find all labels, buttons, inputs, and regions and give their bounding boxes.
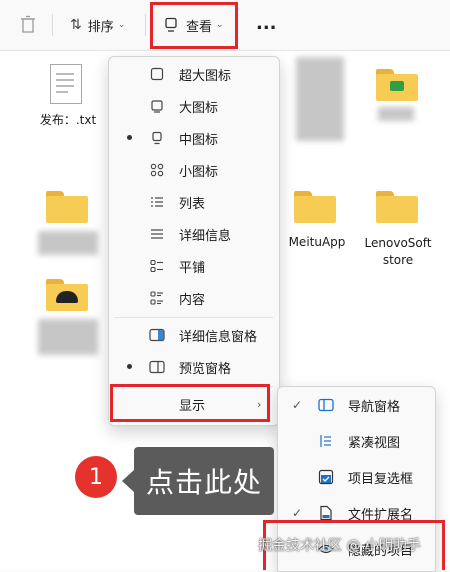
submenu-item-navigation-pane[interactable]: ✓ 导航窗格	[278, 389, 435, 421]
navigation-pane-icon	[318, 397, 334, 413]
file-name-meituapp[interactable]: MeituApp	[282, 235, 352, 249]
blurred-file-name	[38, 319, 98, 355]
delete-button[interactable]	[20, 14, 38, 34]
callout-pointer	[122, 470, 134, 492]
menu-item-list[interactable]: 列表	[109, 187, 279, 217]
list-icon	[149, 195, 165, 209]
menu-item-label: 小图标	[179, 164, 219, 180]
sort-icon: ⇅	[70, 17, 82, 33]
tiles-icon	[149, 259, 165, 273]
submenu-item-label: 导航窗格	[348, 399, 401, 415]
checkmark-icon: ✓	[292, 398, 303, 412]
sort-label: 排序	[87, 19, 114, 35]
view-dropdown-menu: 超大图标 大图标 中图标 小图标 列表 详细信息 平铺 内容 详细信息窗格 预览…	[108, 56, 280, 426]
details-icon	[149, 227, 165, 241]
submenu-item-label: 项目复选框	[348, 471, 414, 487]
chevron-down-icon: ⌄	[117, 20, 126, 30]
menu-item-label: 预览窗格	[179, 361, 232, 377]
selected-bullet-icon	[127, 364, 132, 369]
submenu-item-item-checkboxes[interactable]: 项目复选框	[278, 461, 435, 493]
menu-item-medium-icons[interactable]: 中图标	[109, 123, 279, 153]
toolbar-divider	[52, 14, 53, 36]
folder-icon[interactable]	[376, 69, 418, 101]
preview-pane-icon	[149, 360, 165, 374]
menu-item-label: 内容	[179, 292, 206, 308]
show-menu-item-highlight	[110, 384, 270, 422]
view-button-highlight	[150, 2, 238, 49]
checkbox-icon	[318, 469, 334, 485]
menu-item-label: 大图标	[179, 100, 219, 116]
menu-item-content[interactable]: 内容	[109, 283, 279, 313]
menu-item-details-pane[interactable]: 详细信息窗格	[109, 320, 279, 350]
menu-item-label: 超大图标	[179, 68, 232, 84]
text-file-icon	[50, 64, 82, 104]
details-pane-icon	[149, 328, 165, 342]
selected-bullet-icon	[127, 135, 132, 140]
folder-icon[interactable]	[46, 279, 88, 311]
menu-item-tiles[interactable]: 平铺	[109, 251, 279, 281]
more-icon: ...	[256, 12, 277, 34]
menu-item-extra-large-icons[interactable]: 超大图标	[109, 59, 279, 89]
menu-item-details[interactable]: 详细信息	[109, 219, 279, 249]
step-number-badge: 1	[75, 456, 117, 498]
submenu-item-compact-view[interactable]: 紧凑视图	[278, 425, 435, 457]
monitor-icon	[149, 99, 165, 113]
folder-icon[interactable]	[376, 191, 418, 223]
file-name-lenovosoftstore[interactable]: LenovoSoftstore	[362, 235, 434, 269]
more-options-button[interactable]: ...	[256, 12, 277, 34]
menu-item-label: 平铺	[179, 260, 206, 276]
menu-separator	[115, 317, 273, 318]
menu-item-label: 详细信息	[179, 228, 232, 244]
folder-icon[interactable]	[46, 191, 88, 223]
blurred-thumbnail	[296, 57, 344, 141]
menu-item-label: 中图标	[179, 132, 219, 148]
trash-icon	[21, 15, 35, 33]
toolbar-divider	[145, 14, 146, 36]
menu-item-label: 列表	[179, 196, 206, 212]
sort-button[interactable]: ⇅ 排序 ⌄	[70, 15, 125, 35]
file-name-text: LenovoSoftstore	[364, 236, 432, 267]
small-icons-icon	[149, 163, 165, 177]
monitor-icon	[149, 67, 165, 81]
submenu-item-label: 紧凑视图	[348, 435, 401, 451]
checkmark-icon: ✓	[292, 506, 303, 520]
watermark-text: 掘金技术社区 @ 小明助手	[258, 538, 421, 554]
menu-item-small-icons[interactable]: 小图标	[109, 155, 279, 185]
compact-view-icon	[318, 433, 334, 449]
menu-item-label: 详细信息窗格	[179, 329, 258, 345]
menu-item-large-icons[interactable]: 大图标	[109, 91, 279, 121]
file-name-txt[interactable]: 发布：.txt	[28, 111, 108, 128]
monitor-icon	[149, 131, 165, 145]
file-extension-icon	[318, 505, 334, 521]
menu-item-preview-pane[interactable]: 预览窗格	[109, 352, 279, 382]
callout-label: 点击此处	[134, 447, 274, 515]
blurred-file-name	[38, 231, 98, 255]
folder-icon[interactable]	[294, 191, 336, 223]
content-icon	[149, 291, 165, 305]
blurred-file-name	[378, 107, 414, 121]
